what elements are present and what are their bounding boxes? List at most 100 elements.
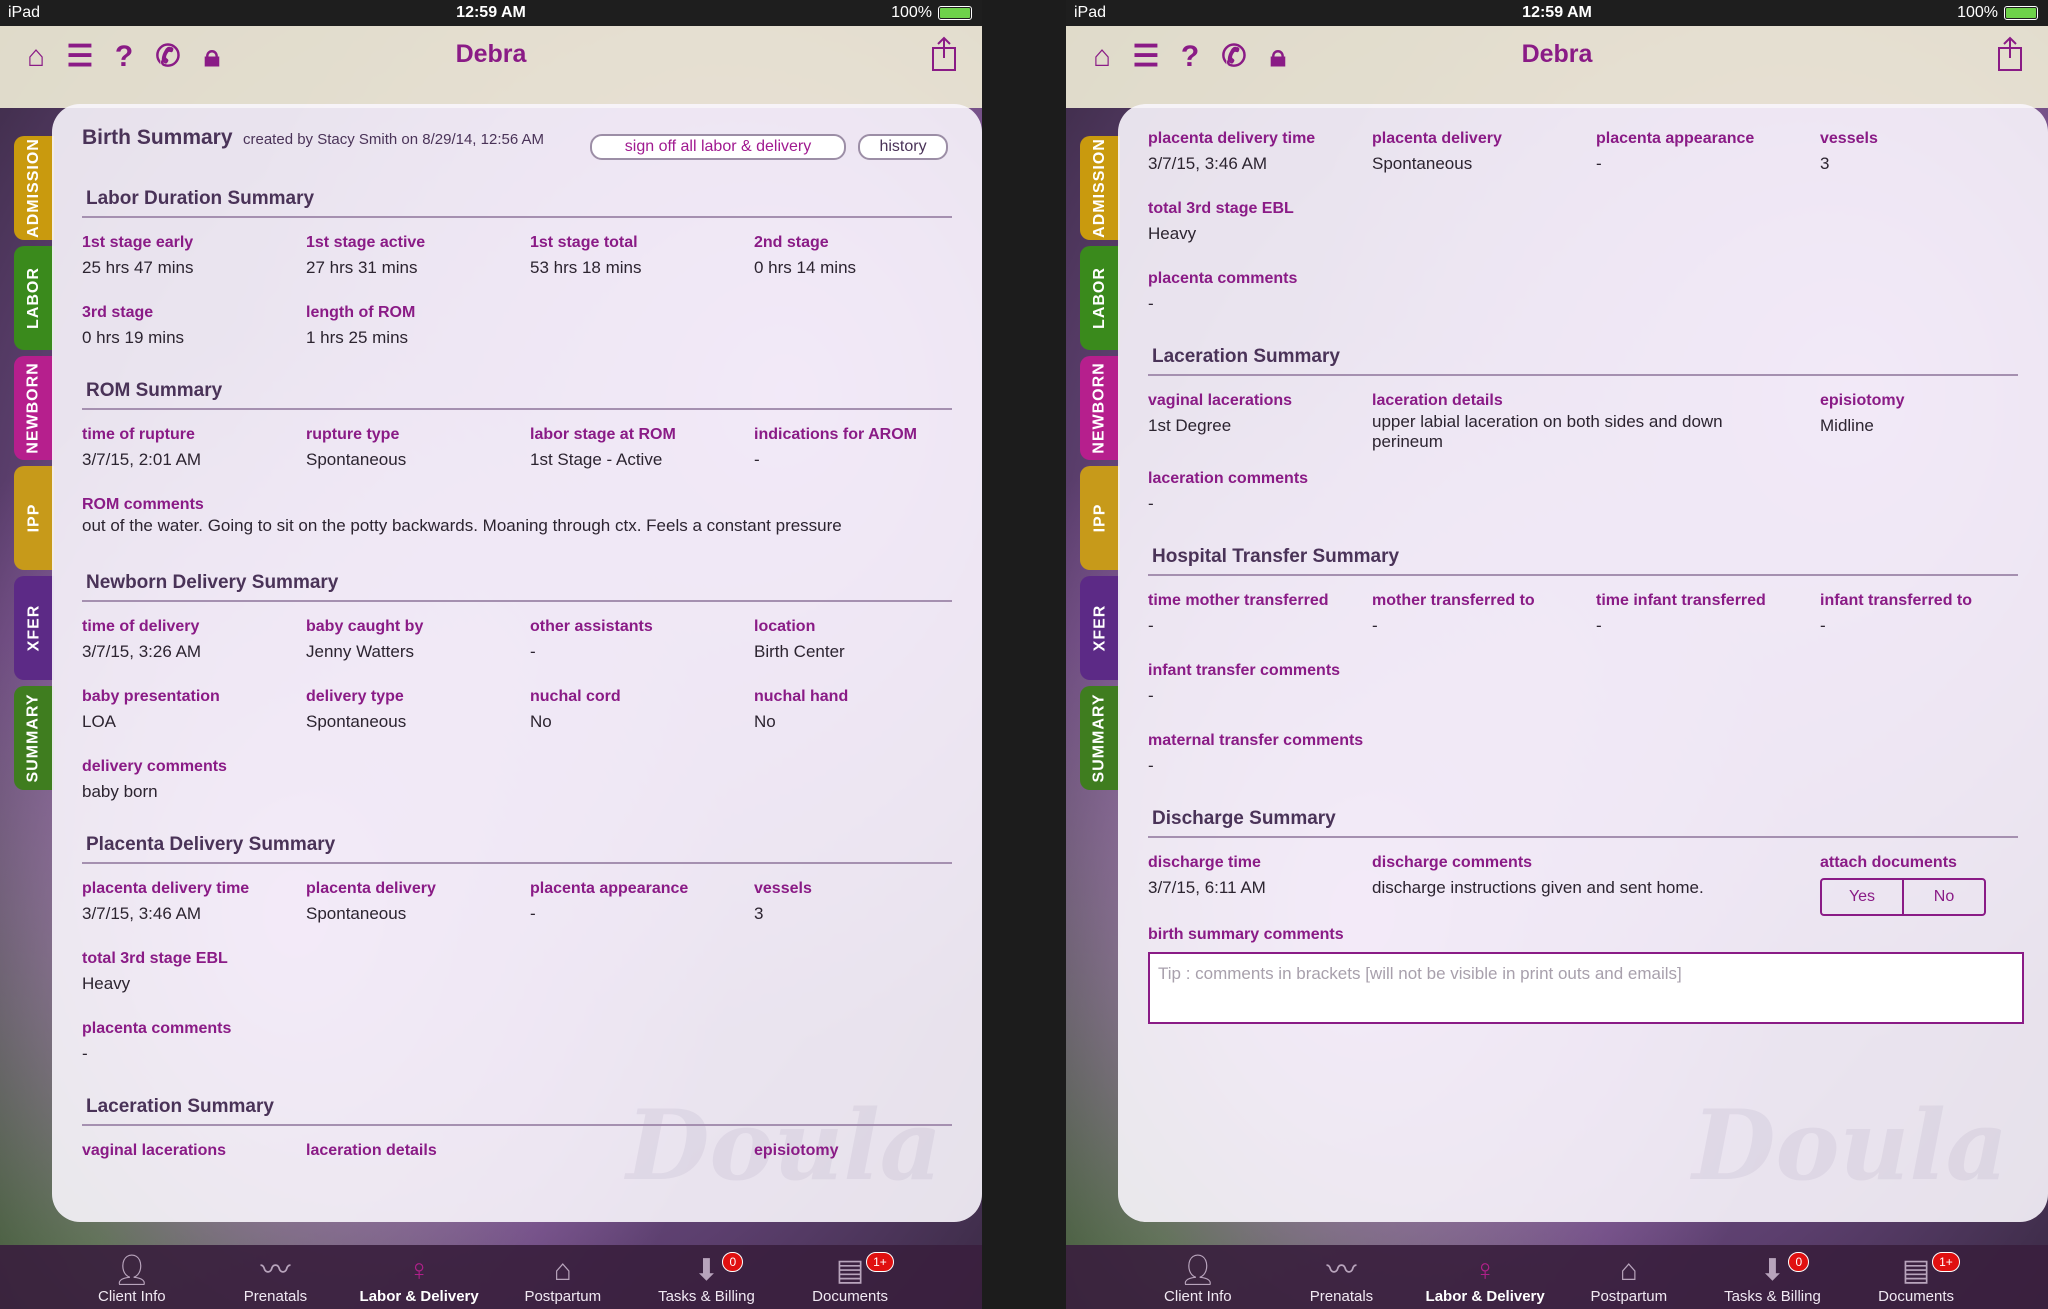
tab-prenatals[interactable]: 〰 Prenatals xyxy=(1271,1254,1411,1305)
hospital-transfer-title: Hospital Transfer Summary xyxy=(1148,538,2018,576)
field-baby-presentation: baby presentation LOA xyxy=(82,688,220,731)
discharge-summary-title: Discharge Summary xyxy=(1148,800,2018,838)
side-tab-admission[interactable]: ADMISSION xyxy=(14,136,54,240)
side-tab-summary[interactable]: SUMMARY xyxy=(14,686,54,790)
documents-icon: ▤ xyxy=(835,1254,865,1287)
field-baby-caught-by: baby caught by Jenny Watters xyxy=(306,618,424,661)
side-tab-ipp[interactable]: IPP xyxy=(1080,466,1120,570)
side-tab-newborn[interactable]: NEWBORN xyxy=(14,356,54,460)
tab-postpartum[interactable]: ⌂ Postpartum xyxy=(493,1254,633,1305)
field-placenta-appearance: placenta appearance - xyxy=(1596,130,1755,173)
tab-postpartum[interactable]: ⌂ Postpartum xyxy=(1559,1254,1699,1305)
side-tab-summary[interactable]: SUMMARY xyxy=(1080,686,1120,790)
attach-yes-button[interactable]: Yes xyxy=(1822,880,1904,914)
tab-prenatals[interactable]: 〰 Prenatals xyxy=(205,1254,345,1305)
laceration-summary-title: Laceration Summary xyxy=(82,1088,952,1126)
field-vaginal-lacerations: vaginal lacerations xyxy=(82,1142,227,1159)
field-mother-transferred-to: mother transferred to - xyxy=(1372,592,1535,635)
status-bar: iPad 12:59 AM 100% xyxy=(1066,0,2048,26)
side-tab-newborn[interactable]: NEWBORN xyxy=(1080,356,1120,460)
field-1st-stage-early: 1st stage early 25 hrs 47 mins xyxy=(82,234,194,277)
placenta-grid: placenta delivery time 3/7/15, 3:46 AM pl… xyxy=(1148,114,2018,328)
field-laceration-details: laceration details xyxy=(306,1142,437,1159)
tab-labor-delivery[interactable]: ♀ Labor & Delivery xyxy=(349,1254,489,1305)
tab-client-info[interactable]: 👤︎ Client Info xyxy=(1128,1254,1268,1305)
field-time-infant-transferred: time infant transferred - xyxy=(1596,592,1766,635)
field-infant-transferred-to: infant transferred to - xyxy=(1820,592,1973,635)
attach-documents-toggle: Yes No xyxy=(1820,878,1986,916)
field-maternal-transfer-comments: maternal transfer comments - xyxy=(1148,732,1364,775)
field-placenta-delivery-time: placenta delivery time 3/7/15, 3:46 AM xyxy=(82,880,250,923)
bottom-tab-bar: 👤︎ Client Info 〰 Prenatals ♀ Labor & Delive… xyxy=(0,1245,982,1309)
documents-badge: 1+ xyxy=(1932,1252,1960,1272)
summary-panel[interactable]: Doula placenta delivery time 3/7/15, 3:46… xyxy=(1118,104,2048,1222)
field-discharge-comments: discharge comments discharge instructions… xyxy=(1372,854,1704,897)
field-empty xyxy=(530,1130,754,1200)
side-tab-labor[interactable]: LABOR xyxy=(14,246,54,350)
field-time-mother-transferred: time mother transferred - xyxy=(1148,592,1329,635)
birth-summary-title: Birth Summary xyxy=(82,126,233,149)
tab-labor-delivery[interactable]: ♀ Labor & Delivery xyxy=(1415,1254,1555,1305)
summary-panel[interactable]: Doula Birth Summary created by Stacy Smi… xyxy=(52,104,982,1222)
field-rupture-type: rupture type Spontaneous xyxy=(306,426,407,469)
placenta-delivery-title: Placenta Delivery Summary xyxy=(82,826,952,864)
ipad-screen-left: iPad 12:59 AM 100% ⌂ ☰ ? ✆ 🔒︎ Debra ADMI… xyxy=(0,0,982,1309)
attach-no-button[interactable]: No xyxy=(1904,880,1984,914)
side-tab-xfer[interactable]: XFER xyxy=(1080,576,1120,680)
field-delivery-comments: delivery comments baby born xyxy=(82,758,227,801)
tab-documents[interactable]: ▤ 1+ Documents xyxy=(780,1252,920,1305)
field-placenta-comments: placenta comments - xyxy=(1148,270,1298,313)
field-length-of-rom: length of ROM 1 hrs 25 mins xyxy=(306,304,416,347)
mother-icon: ♀ xyxy=(1473,1254,1497,1287)
status-bar: iPad 12:59 AM 100% xyxy=(0,0,982,26)
birth-summary-comments-label: birth summary comments xyxy=(1148,926,1344,943)
field-attach-documents: attach documents Yes No xyxy=(1820,842,2020,922)
field-1st-stage-active: 1st stage active 27 hrs 31 mins xyxy=(306,234,426,277)
tab-tasks-billing[interactable]: ⬇ 0 Tasks & Billing xyxy=(636,1252,776,1305)
placenta-grid: placenta delivery time 3/7/15, 3:46 AM pl… xyxy=(82,864,952,1078)
status-right: 100% xyxy=(891,4,972,22)
sign-off-button[interactable]: sign off all labor & delivery xyxy=(590,134,846,160)
pulse-icon: 〰 xyxy=(1326,1254,1357,1287)
field-discharge-time: discharge time 3/7/15, 6:11 AM xyxy=(1148,854,1266,897)
birth-summary-header: Birth Summary created by Stacy Smith on … xyxy=(82,126,952,170)
share-icon[interactable] xyxy=(930,36,958,72)
field-labor-stage-at-rom: labor stage at ROM 1st Stage - Active xyxy=(530,426,676,469)
field-location: location Birth Center xyxy=(754,618,845,661)
field-vessels: vessels 3 xyxy=(754,880,812,923)
nav-bar: ⌂ ☰ ? ✆ 🔒︎ Debra xyxy=(1066,26,2048,108)
newborn-grid: time of delivery 3/7/15, 3:26 AM baby cau… xyxy=(82,602,952,816)
summary-content: placenta delivery time 3/7/15, 3:46 AM pl… xyxy=(1148,114,2024,1024)
history-button[interactable]: history xyxy=(858,134,948,160)
field-nuchal-hand: nuchal hand No xyxy=(754,688,849,731)
pulse-icon: 〰 xyxy=(260,1254,291,1287)
share-icon[interactable] xyxy=(1996,36,2024,72)
inbox-icon: ⬇ xyxy=(1759,1254,1786,1287)
tab-tasks-billing[interactable]: ⬇ 0 Tasks & Billing xyxy=(1702,1252,1842,1305)
tab-documents[interactable]: ▤ 1+ Documents xyxy=(1846,1252,1986,1305)
ipad-screen-right: iPad 12:59 AM 100% ⌂ ☰ ? ✆ 🔒︎ Debra ADMI… xyxy=(1066,0,2048,1309)
side-tab-ipp[interactable]: IPP xyxy=(14,466,54,570)
birth-summary-comments-input[interactable]: Tip : comments in brackets [will not be … xyxy=(1148,952,2024,1024)
battery-icon xyxy=(2004,6,2038,20)
laceration-summary-title: Laceration Summary xyxy=(1148,338,2018,376)
field-rom-comments: ROM comments out of the water. Going to s… xyxy=(82,496,842,535)
battery-percent: 100% xyxy=(1957,4,1998,21)
field-laceration-details: laceration details upper labial laceratio… xyxy=(1372,392,1723,451)
inbox-icon: ⬇ xyxy=(693,1254,720,1287)
battery-percent: 100% xyxy=(891,4,932,21)
summary-content: Birth Summary created by Stacy Smith on … xyxy=(82,126,952,1200)
side-tab-labor[interactable]: LABOR xyxy=(1080,246,1120,350)
house-icon: ⌂ xyxy=(553,1254,572,1287)
field-total-3rd-stage-ebl: total 3rd stage EBL Heavy xyxy=(82,950,228,993)
tab-client-info[interactable]: 👤︎ Client Info xyxy=(62,1254,202,1305)
side-tab-admission[interactable]: ADMISSION xyxy=(1080,136,1120,240)
laceration-grid: vaginal lacerations 1st Degree laceration… xyxy=(1148,376,2018,528)
field-placenta-delivery: placenta delivery Spontaneous xyxy=(1372,130,1502,173)
tasks-badge: 0 xyxy=(1788,1252,1810,1272)
field-time-of-rupture: time of rupture 3/7/15, 2:01 AM xyxy=(82,426,202,469)
side-tab-xfer[interactable]: XFER xyxy=(14,576,54,680)
field-3rd-stage: 3rd stage 0 hrs 19 mins xyxy=(82,304,185,347)
transfer-grid: time mother transferred - mother transfer… xyxy=(1148,576,2018,790)
house-icon: ⌂ xyxy=(1619,1254,1638,1287)
